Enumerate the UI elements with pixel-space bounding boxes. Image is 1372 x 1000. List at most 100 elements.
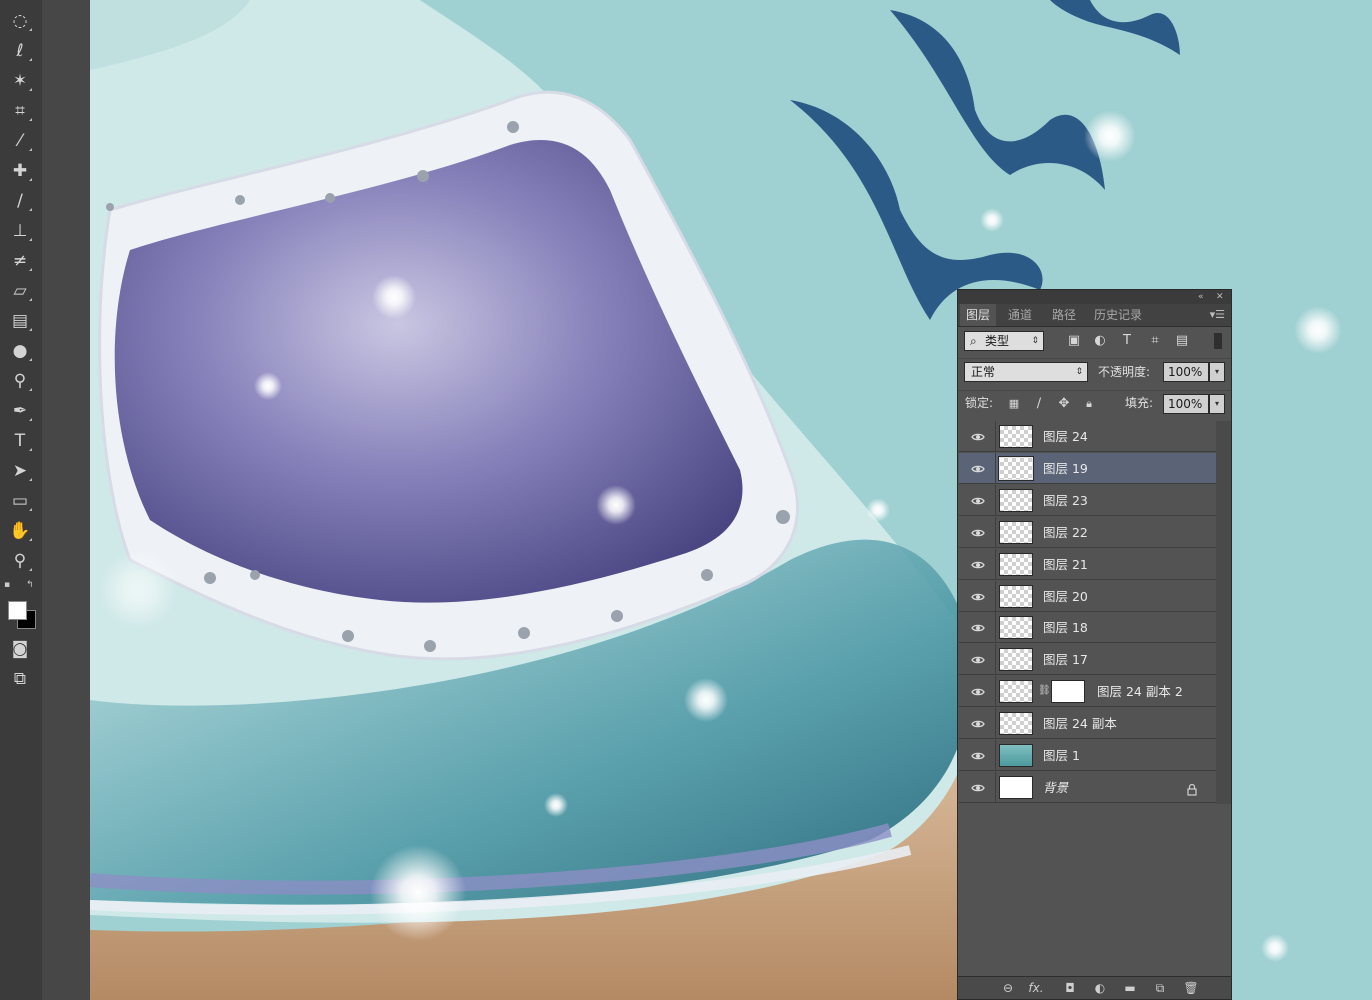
- zoom-tool-icon[interactable]: ⚲: [6, 548, 34, 574]
- layer-row[interactable]: 图层 23: [959, 484, 1216, 516]
- lock-position-icon[interactable]: ✥: [1056, 396, 1072, 412]
- opacity-field[interactable]: 100%: [1163, 362, 1209, 382]
- layer-thumbnail: [999, 552, 1033, 576]
- tool-group-indicator: [29, 568, 32, 571]
- tool-group-indicator: [29, 208, 32, 211]
- layer-mask-thumbnail[interactable]: [1051, 680, 1085, 704]
- new-layer-icon[interactable]: ⧉: [1152, 980, 1168, 996]
- layer-row[interactable]: 图层 21: [959, 548, 1216, 580]
- tab-paths[interactable]: 路径: [1052, 304, 1076, 326]
- visibility-eye-icon[interactable]: [971, 748, 985, 762]
- lock-row: 锁定: ▦ ∕ ✥ 🔒︎ 填充: 100% ▾: [958, 390, 1231, 417]
- visibility-eye-icon[interactable]: [971, 461, 985, 475]
- adjustment-layer-icon[interactable]: ◐: [1092, 980, 1108, 996]
- lock-label: 锁定:: [965, 396, 994, 410]
- visibility-eye-icon[interactable]: [971, 780, 985, 794]
- new-group-icon[interactable]: ▬: [1122, 980, 1138, 996]
- layer-row[interactable]: ⛓ 图层 24 副本 2: [959, 676, 1216, 708]
- tool-group-indicator: [29, 88, 32, 91]
- clone-stamp-tool-icon[interactable]: ⊥: [6, 218, 34, 244]
- visibility-eye-icon[interactable]: [971, 525, 985, 539]
- filter-shape-icon[interactable]: ⌗: [1147, 333, 1163, 349]
- link-layers-icon[interactable]: ⊖: [1000, 980, 1016, 996]
- layer-row[interactable]: 图层 1: [959, 740, 1216, 771]
- type-tool-icon[interactable]: T: [6, 428, 34, 454]
- layer-row[interactable]: 图层 24 副本: [959, 708, 1216, 740]
- fx-icon[interactable]: fx.: [1028, 980, 1044, 996]
- visibility-eye-icon[interactable]: [971, 716, 985, 730]
- brush-tool-icon[interactable]: ∕: [6, 188, 34, 214]
- column-divider: [995, 612, 996, 644]
- gradient-tool-icon[interactable]: ▤: [6, 308, 34, 334]
- filter-smart-object-icon[interactable]: ▤: [1174, 333, 1190, 349]
- fill-label: 填充:: [1125, 396, 1154, 410]
- visibility-eye-icon[interactable]: [971, 652, 985, 666]
- quick-mask-icon[interactable]: ◙: [6, 636, 34, 662]
- add-mask-icon[interactable]: ◘: [1062, 980, 1078, 996]
- layer-name: 背景: [1043, 779, 1069, 795]
- panel-menu-icon[interactable]: ▾☰: [1210, 308, 1225, 321]
- layer-row[interactable]: 图层 19: [959, 452, 1216, 484]
- eraser-tool-icon[interactable]: ▱: [6, 278, 34, 304]
- layer-row[interactable]: 图层 22: [959, 516, 1216, 548]
- layer-thumbnail: [999, 648, 1033, 672]
- layer-row[interactable]: 图层 18: [959, 612, 1216, 644]
- fill-field[interactable]: 100%: [1163, 394, 1209, 414]
- tab-history[interactable]: 历史记录: [1094, 304, 1142, 326]
- tab-channels[interactable]: 通道: [1008, 304, 1032, 326]
- visibility-eye-icon[interactable]: [971, 684, 985, 698]
- layer-row[interactable]: 图层 20: [959, 580, 1216, 612]
- lock-image-icon[interactable]: ∕: [1031, 396, 1047, 412]
- filter-kind-select[interactable]: ⌕ 类型 ⇕: [964, 331, 1044, 351]
- delete-layer-icon[interactable]: 🗑︎: [1183, 980, 1199, 996]
- tool-group-indicator: [29, 118, 32, 121]
- collapse-panel-icon[interactable]: «: [1198, 290, 1204, 304]
- eyedropper-tool-icon[interactable]: ⁄: [6, 128, 34, 154]
- tab-layers[interactable]: 图层: [960, 304, 997, 326]
- path-selection-tool-icon[interactable]: ➤: [6, 458, 34, 484]
- tool-group-indicator: [29, 178, 32, 181]
- visibility-eye-icon[interactable]: [971, 557, 985, 571]
- default-colors-icon[interactable]: ▪: [4, 580, 10, 590]
- layer-row[interactable]: 背景: [959, 771, 1216, 803]
- layer-row[interactable]: 图层 24: [959, 421, 1216, 452]
- visibility-eye-icon[interactable]: [971, 429, 985, 443]
- crop-tool-icon[interactable]: ⌗: [6, 98, 34, 124]
- pen-tool-icon[interactable]: ✒: [6, 398, 34, 424]
- visibility-eye-icon[interactable]: [971, 493, 985, 507]
- filter-toggle[interactable]: [1214, 333, 1222, 349]
- lock-all-icon[interactable]: 🔒︎: [1081, 396, 1097, 412]
- blur-tool-icon[interactable]: ●: [6, 338, 34, 364]
- foreground-color-swatch[interactable]: [8, 601, 27, 620]
- rectangle-tool-icon[interactable]: ▭: [6, 488, 34, 514]
- blend-mode-select[interactable]: 正常 ⇕: [964, 362, 1088, 382]
- magic-wand-tool-icon[interactable]: ✶: [6, 68, 34, 94]
- toolbar-gutter: [42, 0, 90, 1000]
- opacity-label: 不透明度:: [1098, 365, 1151, 379]
- layer-name: 图层 24: [1043, 429, 1088, 444]
- filter-pixel-icon[interactable]: ▣: [1066, 333, 1082, 349]
- dodge-tool-icon[interactable]: ⚲: [6, 368, 34, 394]
- layer-list-scrollbar[interactable]: [1216, 421, 1231, 804]
- screen-mode-icon[interactable]: ⧉: [6, 666, 34, 692]
- hand-tool-icon[interactable]: ✋: [6, 518, 34, 544]
- mask-link-icon[interactable]: ⛓: [1038, 685, 1051, 698]
- filter-row: ⌕ 类型 ⇕ ▣ ◐ T ⌗ ▤: [958, 328, 1231, 354]
- visibility-eye-icon[interactable]: [971, 589, 985, 603]
- panel-tabs: 图层 通道 路径 历史记录 ▾☰: [958, 304, 1231, 327]
- visibility-eye-icon[interactable]: [971, 620, 985, 634]
- close-panel-icon[interactable]: ✕: [1216, 290, 1224, 304]
- layer-thumbnail: [999, 425, 1033, 448]
- healing-brush-tool-icon[interactable]: ✚: [6, 158, 34, 184]
- swap-colors-icon[interactable]: ↰: [26, 580, 34, 590]
- filter-type-icon[interactable]: T: [1119, 333, 1135, 349]
- history-brush-tool-icon[interactable]: ≠: [6, 248, 34, 274]
- fill-dropdown-button[interactable]: ▾: [1209, 394, 1225, 414]
- lasso-tool-icon[interactable]: ℓ: [6, 38, 34, 64]
- tool-group-indicator: [29, 478, 32, 481]
- layer-row[interactable]: 图层 17: [959, 644, 1216, 676]
- lock-transparent-icon[interactable]: ▦: [1006, 396, 1022, 412]
- opacity-dropdown-button[interactable]: ▾: [1209, 362, 1225, 382]
- filter-adjustment-icon[interactable]: ◐: [1092, 333, 1108, 349]
- marquee-tool-icon[interactable]: ◌: [6, 8, 34, 34]
